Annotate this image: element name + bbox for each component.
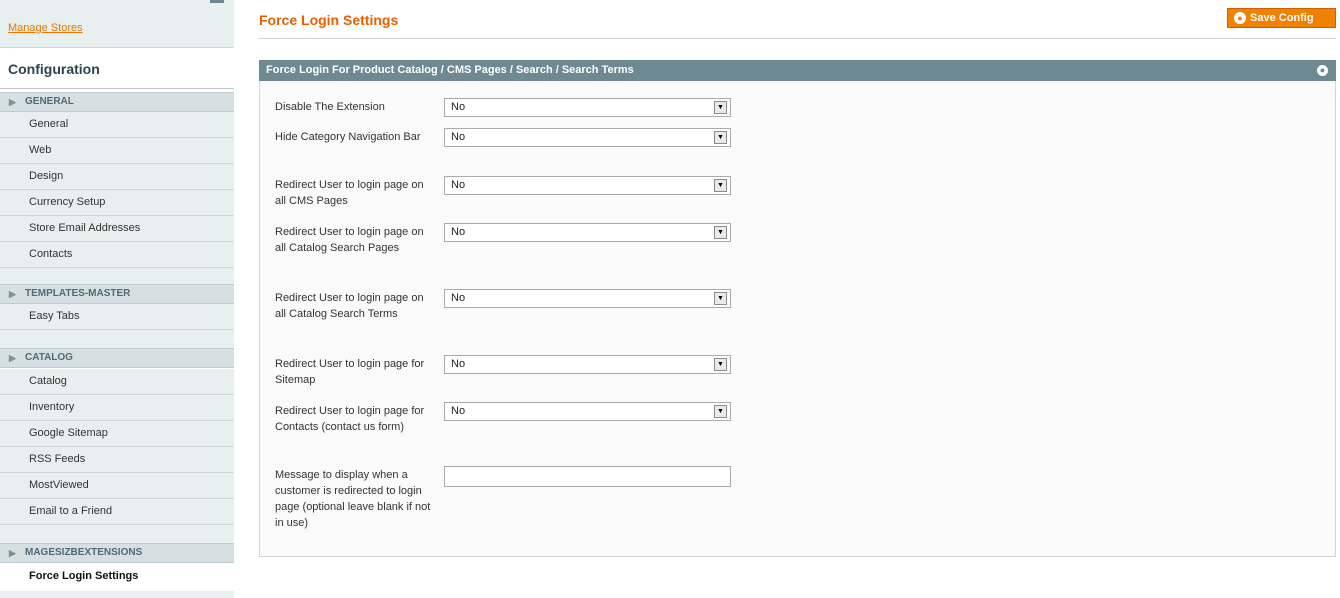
sidebar-item-easy-tabs[interactable]: Easy Tabs [0, 304, 234, 330]
select-value: No [451, 292, 466, 304]
select-redirect-cms-pages[interactable]: No ▼ [444, 176, 731, 195]
page-title: Force Login Settings [259, 12, 399, 28]
sidebar-item-force-login-settings[interactable]: Force Login Settings [0, 564, 234, 590]
select-redirect-catalog-search-terms[interactable]: No ▼ [444, 289, 731, 308]
group-templates-master[interactable]: ▶ TEMPLATES-MASTER [0, 284, 234, 304]
select-redirect-catalog-search-pages[interactable]: No ▼ [444, 223, 731, 242]
group-label: CATALOG [25, 352, 73, 363]
caret-icon: ▶ [9, 353, 16, 363]
sidebar-item-web[interactable]: Web [0, 138, 234, 164]
redirect-message-input[interactable] [444, 466, 731, 487]
select-hide-category-navigation[interactable]: No ▼ [444, 128, 731, 147]
group-general[interactable]: ▶ GENERAL [0, 92, 234, 112]
field-label-redirect-catalog-search-terms: Redirect User to login page on all Catal… [275, 292, 424, 320]
dropdown-arrow-icon[interactable]: ▼ [714, 226, 727, 239]
field-label-redirect-sitemap: Redirect User to login page for Sitemap [275, 358, 425, 386]
store-switcher: Manage Stores [0, 0, 234, 48]
collapse-icon[interactable]: ● [1317, 65, 1328, 76]
dropdown-arrow-icon[interactable]: ▼ [714, 292, 727, 305]
sidebar-item-contacts[interactable]: Contacts [0, 242, 234, 268]
field-label-hide-category-navigation: Hide Category Navigation Bar [275, 131, 421, 143]
dropdown-arrow-icon[interactable]: ▼ [714, 101, 727, 114]
fieldset-header[interactable]: Force Login For Product Catalog / CMS Pa… [259, 60, 1336, 81]
sidebar-item-rss-feeds[interactable]: RSS Feeds [0, 447, 234, 473]
select-redirect-contacts[interactable]: No ▼ [444, 402, 731, 421]
group-magesizbextensions[interactable]: ▶ MAGESIZBEXTENSIONS [0, 543, 234, 563]
sidebar: Manage Stores Configuration ▶ GENERAL Ge… [0, 0, 234, 598]
sidebar-item-design[interactable]: Design [0, 164, 234, 190]
sidebar-item-inventory[interactable]: Inventory [0, 395, 234, 421]
field-label-redirect-catalog-search-pages: Redirect User to login page on all Catal… [275, 226, 424, 254]
field-label-redirect-cms-pages: Redirect User to login page on all CMS P… [275, 179, 424, 207]
select-value: No [451, 226, 466, 238]
select-disable-extension[interactable]: No ▼ [444, 98, 731, 117]
save-config-label: Save Config [1250, 12, 1314, 24]
select-redirect-sitemap[interactable]: No ▼ [444, 355, 731, 374]
dropdown-arrow-icon[interactable]: ▼ [714, 405, 727, 418]
sidebar-item-mostviewed[interactable]: MostViewed [0, 473, 234, 499]
sidebar-item-currency-setup[interactable]: Currency Setup [0, 190, 234, 216]
group-label: TEMPLATES-MASTER [25, 288, 131, 299]
sidebar-spacer [0, 591, 234, 598]
group-catalog[interactable]: ▶ CATALOG [0, 348, 234, 368]
field-label-redirect-contacts: Redirect User to login page for Contacts… [275, 405, 425, 433]
dropdown-arrow-icon[interactable]: ▼ [714, 131, 727, 144]
sidebar-item-store-email-addresses[interactable]: Store Email Addresses [0, 216, 234, 242]
select-value: No [451, 101, 466, 113]
select-value: No [451, 131, 466, 143]
divider [259, 38, 1336, 39]
sidebar-spacer [0, 268, 234, 284]
configuration-title: Configuration [8, 61, 100, 77]
sidebar-item-catalog[interactable]: Catalog [0, 369, 234, 395]
fieldset-title: Force Login For Product Catalog / CMS Pa… [266, 64, 634, 76]
divider [0, 88, 234, 89]
caret-icon: ▶ [9, 97, 16, 107]
sidebar-item-general[interactable]: General [0, 112, 234, 138]
collapse-handle[interactable] [210, 0, 224, 3]
sidebar-spacer [0, 330, 234, 348]
sidebar-item-google-sitemap[interactable]: Google Sitemap [0, 421, 234, 447]
dropdown-arrow-icon[interactable]: ▼ [714, 358, 727, 371]
field-label-disable-extension: Disable The Extension [275, 101, 385, 113]
select-value: No [451, 179, 466, 191]
caret-icon: ▶ [9, 289, 16, 299]
save-config-button[interactable]: ● Save Config [1227, 8, 1336, 28]
group-label: GENERAL [25, 96, 74, 107]
dropdown-arrow-icon[interactable]: ▼ [714, 179, 727, 192]
save-icon: ● [1234, 12, 1246, 24]
group-label: MAGESIZBEXTENSIONS [25, 547, 143, 558]
caret-icon: ▶ [9, 548, 16, 558]
manage-stores-link[interactable]: Manage Stores [8, 22, 83, 34]
field-label-redirect-message: Message to display when a customer is re… [275, 469, 431, 529]
sidebar-spacer [0, 525, 234, 543]
select-value: No [451, 358, 466, 370]
sidebar-item-email-to-a-friend[interactable]: Email to a Friend [0, 499, 234, 525]
select-value: No [451, 405, 466, 417]
